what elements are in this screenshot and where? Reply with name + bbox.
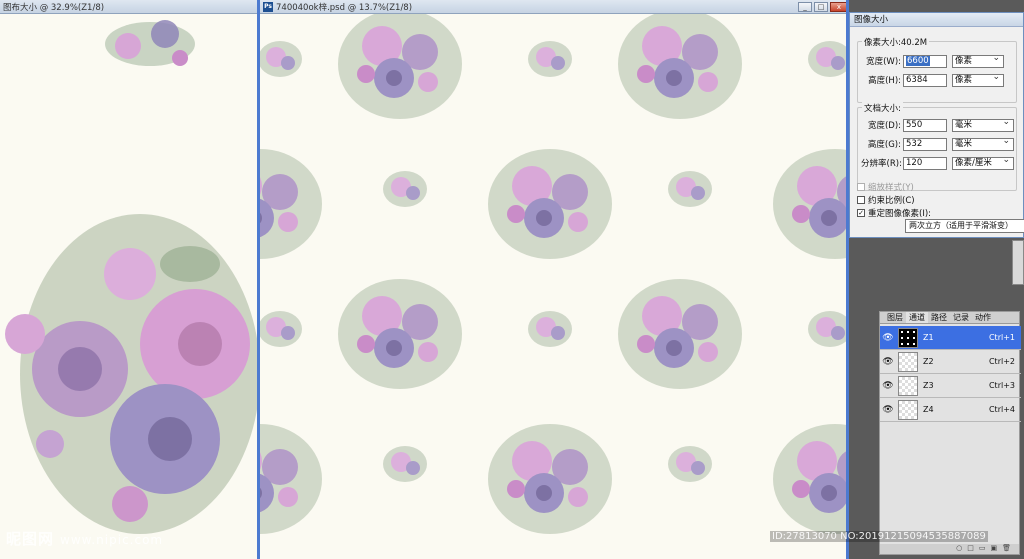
document-size-label: 文档大小: [862, 102, 903, 114]
left-large-bouquet [5, 214, 258, 534]
new-channel-icon[interactable]: ▣ [990, 544, 997, 554]
minimize-button[interactable]: _ [798, 1, 812, 12]
tab-paths[interactable]: 路径 [928, 312, 950, 323]
channel-name: Z2 [923, 357, 934, 366]
tab-layers[interactable]: 图层 [884, 312, 906, 323]
left-canvas[interactable] [0, 14, 258, 559]
image-size-dialog[interactable]: 图像大小 像素大小:40.2M 宽度(W): 6600 像素 高度(H): 63… [849, 12, 1024, 238]
resample-method-select[interactable]: 两次立方（适用于平滑渐变） [905, 219, 1024, 233]
pixel-width-input[interactable]: 6600 [903, 54, 947, 68]
scale-styles-box [857, 183, 865, 191]
resolution-unit-select[interactable]: 像素/厘米 [952, 155, 1014, 170]
left-window-titlebar[interactable]: 图布大小 @ 32.9%(Z1/8) [0, 0, 258, 14]
maximize-button[interactable]: □ [814, 1, 828, 12]
channel-shortcut: Ctrl+2 [988, 357, 1015, 366]
channel-row-z3[interactable]: 👁 Z3 Ctrl+3 [880, 374, 1021, 398]
doc-width-label: 宽度(D): [867, 121, 901, 131]
image-id-line: ID:27813070 NO:20191215094535887089 [770, 531, 988, 542]
visibility-eye-icon[interactable]: 👁 [880, 357, 896, 367]
doc-height-input[interactable]: 532 [903, 137, 947, 151]
pixel-height-unit-select[interactable]: 像素 [952, 72, 1004, 87]
pixel-height-row: 高度(H): 6384 像素 [861, 72, 1004, 87]
visibility-eye-icon[interactable]: 👁 [880, 405, 896, 415]
resolution-row: 分辨率(R): 120 像素/厘米 [861, 155, 1014, 170]
new-spot-channel-icon[interactable]: ▭ [979, 544, 986, 554]
channel-thumbnail [898, 399, 918, 420]
channel-name: Z1 [923, 333, 934, 342]
main-canvas[interactable] [260, 9, 848, 559]
pixel-height-label: 高度(H): [868, 76, 901, 86]
main-floral-pattern [260, 9, 848, 534]
resample-label: 重定图像像素(I): [868, 209, 932, 219]
tab-channels[interactable]: 通道 [906, 312, 928, 323]
watermark: 昵图网 www.nipic.com [6, 528, 163, 549]
doc-width-input[interactable]: 550 [903, 118, 947, 132]
tab-actions[interactable]: 动作 [972, 312, 994, 323]
main-window-title: 740040ok梓.psd @ 13.7%(Z1/8) [276, 2, 413, 13]
doc-width-row: 宽度(D): 550 毫米 [861, 117, 1014, 132]
channel-row-z1[interactable]: 👁 Z1 Ctrl+1 [880, 326, 1021, 350]
resolution-input[interactable]: 120 [903, 156, 947, 170]
channel-name: Z3 [923, 381, 934, 390]
scale-styles-label: 缩放样式(Y) [868, 183, 914, 193]
resample-checkbox[interactable]: ✓ 重定图像像素(I): [857, 207, 931, 219]
left-floral-pattern [5, 20, 258, 534]
channel-thumbnail [898, 351, 918, 372]
visibility-eye-icon[interactable]: 👁 [880, 381, 896, 391]
pixel-width-label: 宽度(W): [866, 57, 901, 67]
pattern-row-2 [260, 149, 848, 259]
doc-width-unit-select[interactable]: 毫米 [952, 117, 1014, 132]
constrain-proportions-box [857, 196, 865, 204]
pixel-height-input[interactable]: 6384 [903, 73, 947, 87]
panel-scrollbar[interactable] [1012, 240, 1024, 285]
pixel-width-row: 宽度(W): 6600 像素 [861, 53, 1004, 68]
save-selection-icon[interactable]: □ [967, 544, 974, 554]
pixel-dimensions-label: 像素大小:40.2M [862, 36, 930, 48]
pixel-width-value: 6600 [906, 55, 930, 66]
watermark-logo: 昵图网 [6, 530, 55, 548]
load-selection-icon[interactable]: ○ [956, 544, 962, 554]
watermark-url: www.nipic.com [60, 533, 164, 547]
window-frame-left [257, 0, 260, 559]
channel-row-z2[interactable]: 👁 Z2 Ctrl+2 [880, 350, 1021, 374]
channel-shortcut: Ctrl+3 [988, 381, 1015, 390]
doc-height-unit-select[interactable]: 毫米 [952, 136, 1014, 151]
layers-panel-tabs: 图层 通道 路径 记录 动作 [880, 312, 1019, 324]
left-window-title: 图布大小 @ 32.9%(Z1/8) [3, 2, 105, 13]
tab-history[interactable]: 记录 [950, 312, 972, 323]
constrain-proportions-label: 约束比例(C) [868, 196, 915, 206]
doc-height-label: 高度(G): [867, 140, 901, 150]
channel-thumbnail [898, 327, 918, 348]
doc-height-row: 高度(G): 532 毫米 [861, 136, 1014, 151]
pixel-width-unit-select[interactable]: 像素 [952, 53, 1004, 68]
resample-check-icon: ✓ [857, 209, 865, 217]
pattern-row-3 [260, 279, 848, 389]
main-document-window[interactable]: Ps 740040ok梓.psd @ 13.7%(Z1/8) _ □ x [260, 0, 848, 559]
visibility-eye-icon[interactable]: 👁 [880, 333, 896, 343]
resolution-label: 分辨率(R): [861, 159, 902, 169]
pattern-row-4 [260, 424, 848, 534]
channel-shortcut: Ctrl+1 [988, 333, 1015, 342]
main-window-titlebar[interactable]: Ps 740040ok梓.psd @ 13.7%(Z1/8) _ □ x [260, 0, 848, 14]
channel-name: Z4 [923, 405, 934, 414]
photoshop-doc-icon: Ps [263, 1, 273, 12]
image-size-dialog-title: 图像大小 [850, 13, 1023, 27]
layers-panel-toolbar: ○ □ ▭ ▣ 🗑 [880, 544, 1019, 554]
channel-thumbnail [898, 375, 918, 396]
left-small-bouquet [105, 20, 195, 66]
delete-channel-icon[interactable]: 🗑 [1002, 544, 1011, 554]
scale-styles-checkbox[interactable]: 缩放样式(Y) [857, 181, 914, 193]
left-document-window[interactable]: 图布大小 @ 32.9%(Z1/8) [0, 0, 258, 559]
layers-panel[interactable]: 图层 通道 路径 记录 动作 👁 Z1 Ctrl+1 👁 Z2 Ctrl+2 👁… [879, 311, 1021, 555]
pattern-row-1 [260, 9, 848, 119]
channel-shortcut: Ctrl+4 [988, 405, 1015, 414]
channel-row-z4[interactable]: 👁 Z4 Ctrl+4 [880, 398, 1021, 422]
constrain-proportions-checkbox[interactable]: 约束比例(C) [857, 194, 915, 206]
